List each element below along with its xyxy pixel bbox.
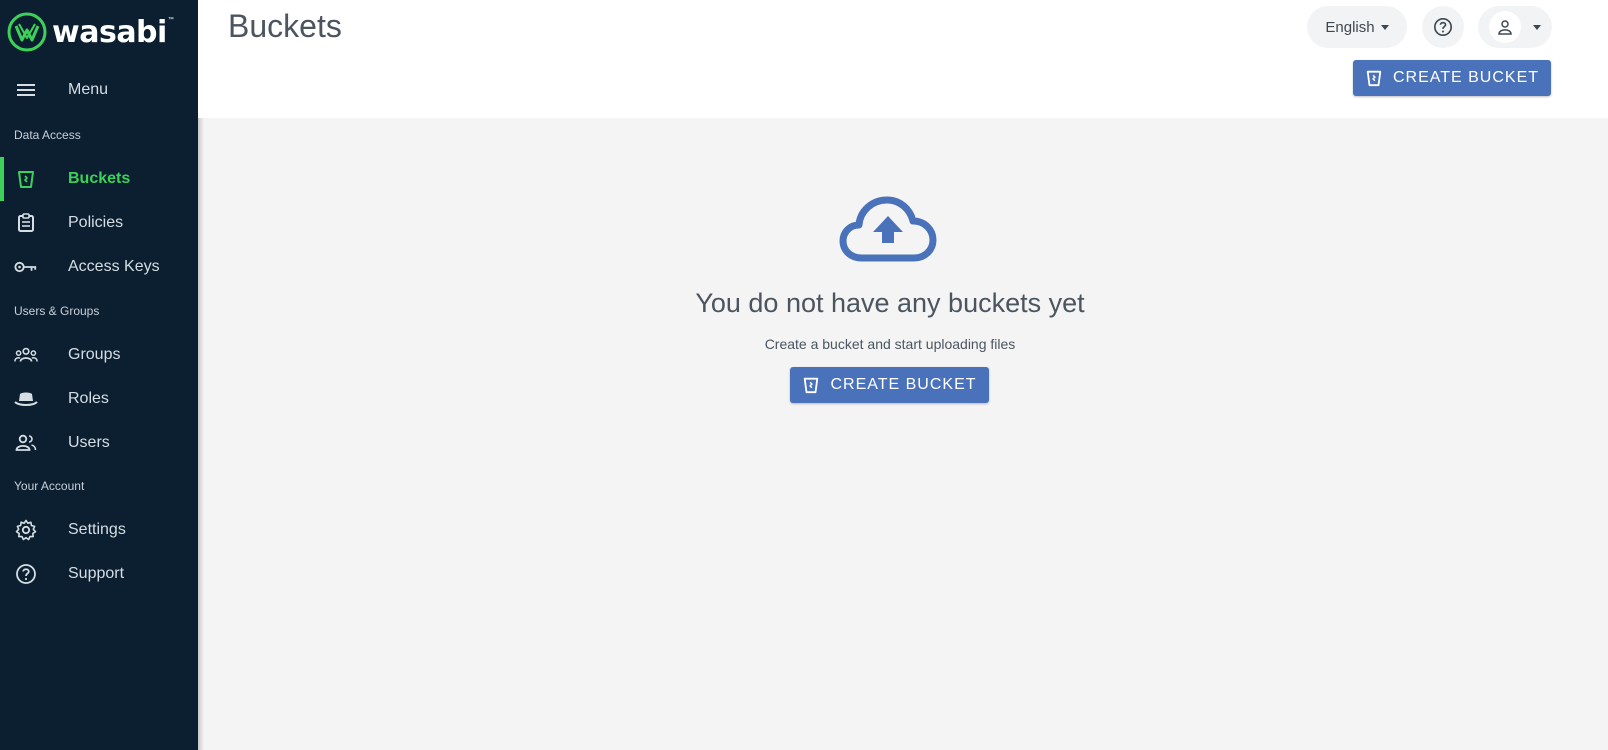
empty-state-subtitle: Create a bucket and start uploading file… [764,336,1016,352]
logo-trademark: ™ [167,17,174,23]
clipboard-icon [14,211,38,235]
sidebar-item-label: Policies [68,214,124,231]
sidebar-item-buckets[interactable]: Buckets [0,157,198,201]
groups-icon [14,343,38,367]
page-title: Buckets [228,8,342,44]
section-label-your-account: Your Account [14,479,85,493]
bucket-icon [14,167,38,191]
hamburger-icon [14,78,38,102]
wasabi-logo[interactable]: wasabi ™ [7,12,174,52]
create-bucket-label: CREATE BUCKET [1392,69,1540,86]
menu-toggle[interactable]: Menu [0,68,198,112]
chevron-down-icon [1380,24,1389,30]
cloud-upload-icon [839,196,937,262]
language-selector[interactable]: English [1307,6,1407,48]
hat-icon [14,387,38,411]
create-bucket-button-center[interactable]: CREATE BUCKET [790,367,989,403]
page-header: Buckets English CREATE BUCKET [198,0,1608,118]
create-bucket-button[interactable]: CREATE BUCKET [1353,60,1551,96]
user-menu-button[interactable] [1478,6,1552,48]
sidebar-item-settings[interactable]: Settings [0,508,198,552]
sidebar-item-support[interactable]: Support [0,552,198,596]
help-circle-icon [14,562,38,586]
empty-state-title: You do not have any buckets yet [695,288,1085,318]
bucket-icon [1365,69,1383,87]
sidebar-item-roles[interactable]: Roles [0,377,198,421]
create-bucket-label: CREATE BUCKET [830,376,977,393]
sidebar: wasabi ™ Menu Data Access Buckets Polici… [0,0,198,750]
language-label: English [1325,18,1375,36]
sidebar-item-users[interactable]: Users [0,421,198,465]
help-button[interactable] [1422,6,1464,48]
help-circle-icon [1434,18,1452,36]
person-icon [1498,20,1512,35]
menu-label: Menu [68,81,109,98]
wasabi-logo-icon [7,12,47,52]
gear-icon [14,518,38,542]
key-icon [14,255,38,279]
sidebar-item-label: Access Keys [68,258,160,275]
sidebar-item-label: Settings [68,521,126,538]
sidebar-item-label: Users [68,434,110,451]
sidebar-item-label: Roles [68,390,109,407]
sidebar-item-groups[interactable]: Groups [0,333,198,377]
sidebar-item-policies[interactable]: Policies [0,201,198,245]
sidebar-item-label: Support [68,565,125,582]
logo-wordmark: wasabi [52,14,167,50]
chevron-down-icon [1533,24,1541,30]
sidebar-item-label: Buckets [68,170,131,187]
empty-state: You do not have any buckets yet Create a… [198,118,1608,750]
users-icon [14,431,38,455]
sidebar-item-access-keys[interactable]: Access Keys [0,245,198,289]
section-label-data-access: Data Access [14,128,81,142]
section-label-users-groups: Users & Groups [14,304,100,318]
sidebar-item-label: Groups [68,346,121,363]
bucket-icon [802,376,820,394]
active-indicator [0,157,4,201]
avatar [1489,11,1521,43]
